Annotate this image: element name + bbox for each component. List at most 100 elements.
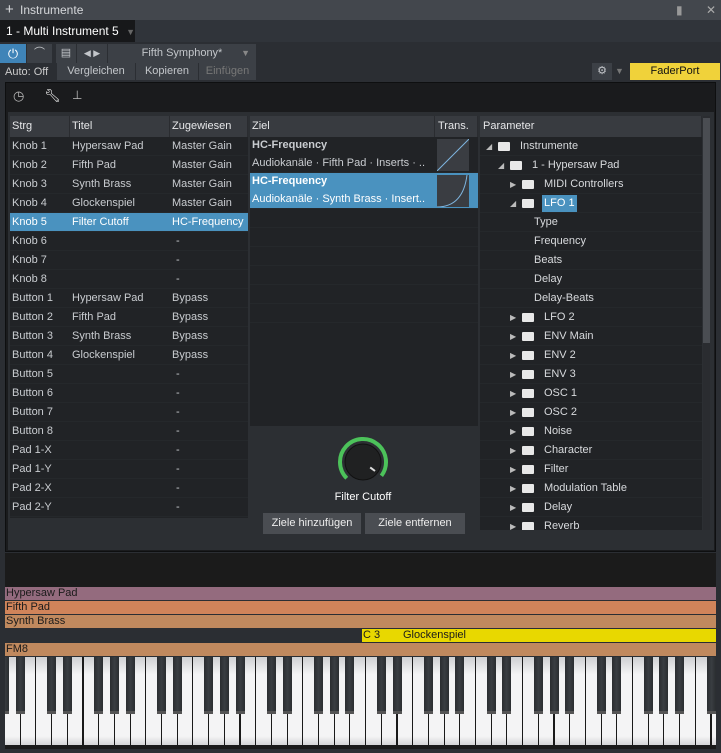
- table-row[interactable]: Button 5 -: [10, 365, 248, 384]
- black-key[interactable]: [455, 657, 465, 714]
- table-row[interactable]: Pad 1-Y -: [10, 460, 248, 479]
- table-row[interactable]: Knob 2 Fifth Pad Master Gain: [10, 156, 248, 175]
- black-key[interactable]: [266, 657, 276, 714]
- tree-item[interactable]: ▶ Character: [480, 441, 702, 460]
- black-key[interactable]: [423, 657, 433, 714]
- collapsed-arrow-icon[interactable]: ▶: [510, 441, 516, 459]
- tree-item[interactable]: Type: [480, 213, 702, 232]
- black-key[interactable]: [125, 657, 135, 714]
- black-key[interactable]: [706, 657, 716, 714]
- tree-item[interactable]: ▶ Delay: [480, 498, 702, 517]
- wrench-icon[interactable]: 🔧︎: [44, 88, 61, 104]
- black-key[interactable]: [282, 657, 292, 714]
- remove-targets-button[interactable]: Ziele entfernen: [365, 513, 465, 534]
- table-row[interactable]: Pad 1-X -: [10, 441, 248, 460]
- collapsed-arrow-icon[interactable]: ▶: [510, 346, 516, 364]
- collapsed-arrow-icon[interactable]: ▶: [510, 327, 516, 345]
- black-key[interactable]: [486, 657, 496, 714]
- table-row[interactable]: Knob 4 Glockenspiel Master Gain: [10, 194, 248, 213]
- tree-item[interactable]: ▶ ENV 3: [480, 365, 702, 384]
- hierarchy-icon[interactable]: ⊥: [72, 88, 82, 102]
- header-trans[interactable]: Trans.: [435, 116, 478, 137]
- preset-file-icon[interactable]: ▤: [56, 44, 76, 63]
- black-key[interactable]: [565, 657, 575, 714]
- tree-item[interactable]: ◢ 1 - Hypersaw Pad: [480, 156, 702, 175]
- black-key[interactable]: [612, 657, 622, 714]
- table-row[interactable]: Knob 6 -: [10, 232, 248, 251]
- black-key[interactable]: [502, 657, 512, 714]
- black-key[interactable]: [94, 657, 104, 714]
- collapsed-arrow-icon[interactable]: ▶: [510, 175, 516, 193]
- black-key[interactable]: [204, 657, 214, 714]
- auto-mode[interactable]: Auto: Off: [5, 64, 48, 80]
- power-button[interactable]: ⏻: [0, 44, 26, 63]
- black-key[interactable]: [109, 657, 119, 714]
- preset-selector[interactable]: Fifth Symphony* ▼: [108, 44, 256, 63]
- table-row[interactable]: Button 4 Glockenspiel Bypass: [10, 346, 248, 365]
- faderport-button[interactable]: FaderPort: [630, 63, 720, 80]
- table-row[interactable]: Knob 8 -: [10, 270, 248, 289]
- monitor-button[interactable]: ⌒: [27, 44, 52, 63]
- black-key[interactable]: [533, 657, 543, 714]
- table-row[interactable]: Knob 3 Synth Brass Master Gain: [10, 175, 248, 194]
- add-targets-button[interactable]: Ziele hinzufügen: [263, 513, 361, 534]
- table-row[interactable]: Knob 1 Hypersaw Pad Master Gain: [10, 137, 248, 156]
- black-key[interactable]: [439, 657, 449, 714]
- black-key[interactable]: [235, 657, 245, 714]
- tree-item[interactable]: ▶ OSC 2: [480, 403, 702, 422]
- black-key[interactable]: [5, 657, 9, 714]
- zone-bar[interactable]: Synth Brass: [5, 615, 716, 628]
- instrument-tab[interactable]: 1 - Multi Instrument 5 ▼: [0, 20, 135, 42]
- collapsed-arrow-icon[interactable]: ▶: [510, 460, 516, 478]
- table-row[interactable]: Button 3 Synth Brass Bypass: [10, 327, 248, 346]
- tree-item[interactable]: ▶ Modulation Table: [480, 479, 702, 498]
- tree-item[interactable]: Delay-Beats: [480, 289, 702, 308]
- zone-bar[interactable]: Hypersaw Pad: [5, 587, 716, 600]
- expanded-arrow-icon[interactable]: ◢: [498, 156, 504, 174]
- table-row[interactable]: Button 7 -: [10, 403, 248, 422]
- black-key[interactable]: [643, 657, 653, 714]
- tree-item[interactable]: ◢ LFO 1: [480, 194, 702, 213]
- tree-item[interactable]: ▶ Reverb: [480, 517, 702, 530]
- tree-item[interactable]: Frequency: [480, 232, 702, 251]
- pin-icon[interactable]: ▮: [676, 0, 683, 20]
- collapsed-arrow-icon[interactable]: ▶: [510, 384, 516, 402]
- target-row[interactable]: HC-Frequency Audiokanäle · Fifth Pad · In…: [250, 137, 478, 173]
- table-row[interactable]: Button 1 Hypersaw Pad Bypass: [10, 289, 248, 308]
- tree-item[interactable]: ◢ Instrumente: [480, 137, 702, 156]
- collapsed-arrow-icon[interactable]: ▶: [510, 498, 516, 516]
- filter-cutoff-knob[interactable]: [337, 436, 389, 488]
- table-row[interactable]: Button 2 Fifth Pad Bypass: [10, 308, 248, 327]
- black-key[interactable]: [675, 657, 685, 714]
- black-key[interactable]: [596, 657, 606, 714]
- table-row[interactable]: Button 8 -: [10, 422, 248, 441]
- header-strg[interactable]: Strg: [10, 116, 70, 137]
- collapsed-arrow-icon[interactable]: ▶: [510, 517, 516, 530]
- collapsed-arrow-icon[interactable]: ▶: [510, 422, 516, 440]
- target-row[interactable]: HC-Frequency Audiokanäle · Synth Brass · …: [250, 173, 478, 209]
- collapsed-arrow-icon[interactable]: ▶: [510, 365, 516, 383]
- tree-item[interactable]: ▶ Filter: [480, 460, 702, 479]
- chevron-down-icon[interactable]: ▼: [615, 63, 624, 80]
- table-row[interactable]: Pad 2-X -: [10, 479, 248, 498]
- zone-bar[interactable]: C 3 Glockenspiel: [362, 629, 716, 642]
- knob-view-icon[interactable]: ◷: [13, 88, 24, 104]
- black-key[interactable]: [659, 657, 669, 714]
- close-icon[interactable]: ✕: [706, 0, 716, 20]
- header-ziel[interactable]: Ziel: [250, 116, 435, 137]
- tree-item[interactable]: Delay: [480, 270, 702, 289]
- table-row[interactable]: Pad 2-Y -: [10, 498, 248, 517]
- expanded-arrow-icon[interactable]: ◢: [486, 137, 492, 155]
- tree-item[interactable]: ▶ MIDI Controllers: [480, 175, 702, 194]
- transfer-curve[interactable]: [436, 138, 470, 172]
- collapsed-arrow-icon[interactable]: ▶: [510, 308, 516, 326]
- black-key[interactable]: [15, 657, 25, 714]
- black-key[interactable]: [62, 657, 72, 714]
- tree-item[interactable]: Beats: [480, 251, 702, 270]
- paste-button[interactable]: Einfügen: [199, 63, 256, 80]
- table-row[interactable]: Button 6 -: [10, 384, 248, 403]
- piano-keyboard[interactable]: [5, 657, 716, 749]
- zone-bar[interactable]: FM8: [5, 643, 716, 656]
- table-row[interactable]: Knob 5 Filter Cutoff HC-Frequency: [10, 213, 248, 232]
- parameter-scrollbar[interactable]: [703, 116, 710, 530]
